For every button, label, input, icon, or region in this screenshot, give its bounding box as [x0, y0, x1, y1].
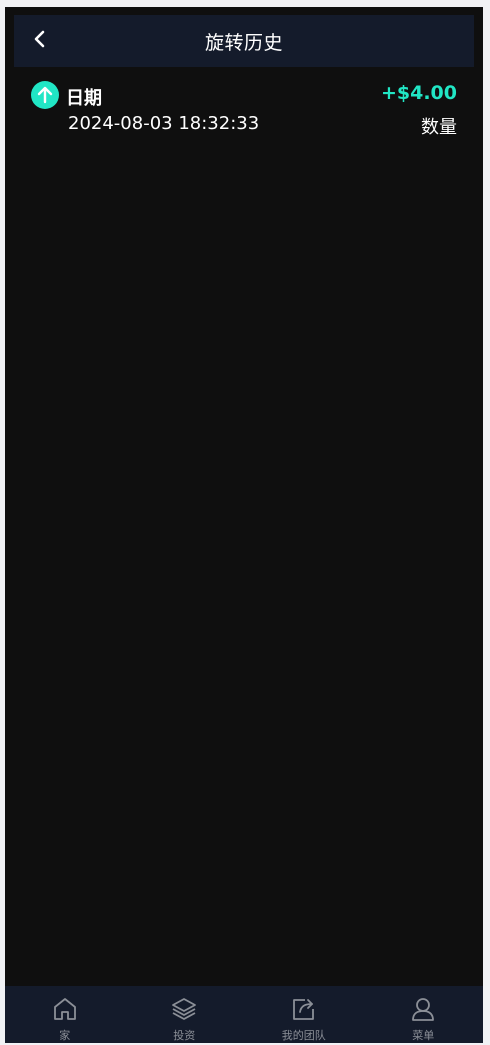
record-date: 2024-08-03 18:32:33 — [68, 113, 260, 134]
tab-my-team[interactable]: 我的团队 — [244, 986, 364, 1043]
tab-label-invest: 投资 — [173, 1029, 196, 1042]
chevron-left-icon — [33, 29, 47, 53]
record-label: 日期 — [66, 88, 102, 109]
header-bar: 旋转历史 — [14, 15, 474, 67]
user-icon — [409, 995, 437, 1023]
share-icon — [290, 995, 318, 1023]
tab-menu[interactable]: 菜单 — [364, 986, 484, 1043]
page-title: 旋转历史 — [204, 31, 283, 54]
record-amount: +$4.00 — [380, 82, 457, 104]
tab-label-home: 家 — [59, 1029, 71, 1042]
arrow-up-icon — [31, 81, 59, 109]
bottom-tab-bar: 家 投资 我的团队 菜单 — [5, 986, 483, 1043]
layers-icon — [170, 995, 198, 1023]
home-icon — [51, 995, 79, 1023]
tab-invest[interactable]: 投资 — [125, 986, 245, 1043]
list-item: 日期 2024-08-03 18:32:33 +$4.00 数量 — [5, 79, 483, 141]
back-button[interactable] — [26, 27, 54, 55]
tab-label-my-team: 我的团队 — [281, 1029, 326, 1042]
app-screen: 旋转历史 日期 2024-08-03 18:32:33 +$4.00 数量 家 — [5, 7, 483, 1043]
tab-home[interactable]: 家 — [5, 986, 125, 1043]
record-amount-label: 数量 — [421, 117, 457, 138]
tab-label-menu: 菜单 — [412, 1029, 435, 1042]
